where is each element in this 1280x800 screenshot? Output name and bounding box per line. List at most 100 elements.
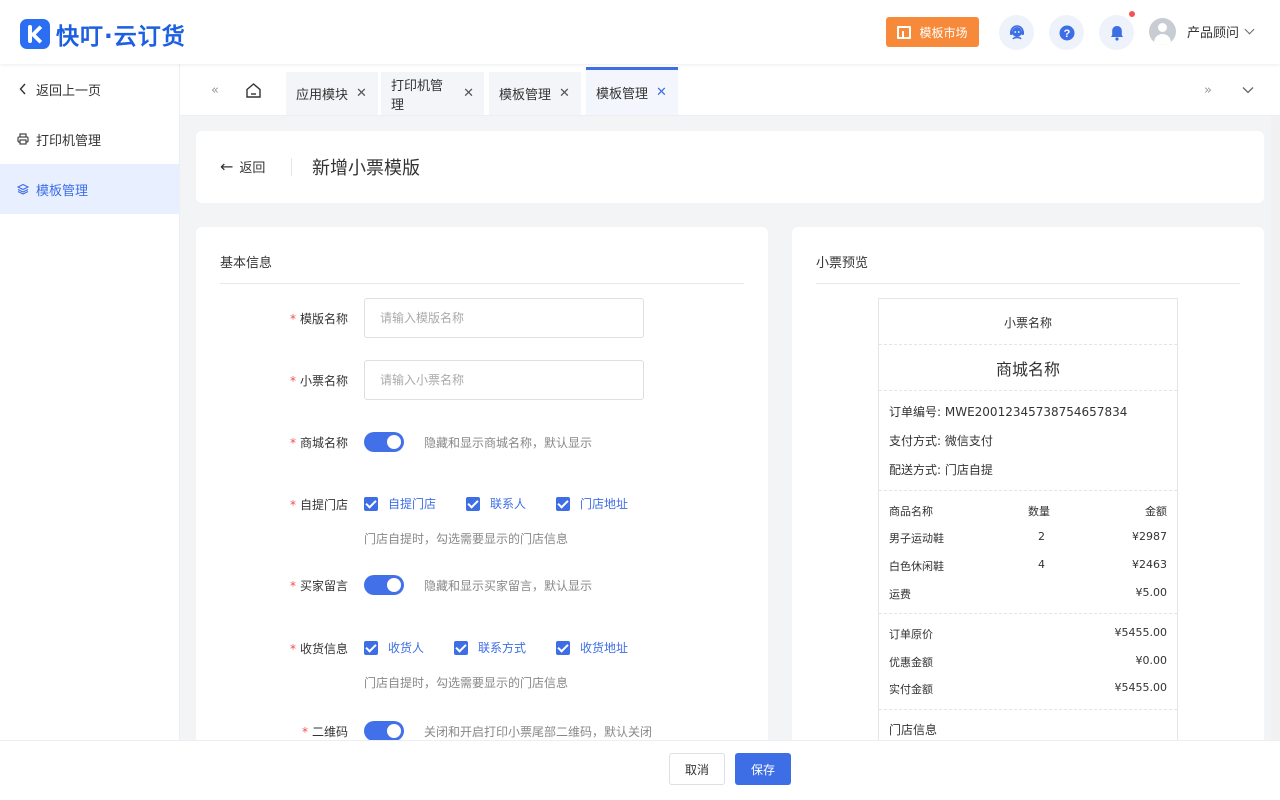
summary-label: 实付金额 [889, 683, 933, 696]
divider [220, 283, 744, 284]
brand-name: 快叮·云订货 [56, 24, 186, 50]
checkbox-checked-icon [364, 640, 378, 655]
field-label: * 模版名称 [289, 312, 348, 326]
item-amount: ¥5.00 [1135, 586, 1168, 599]
customer-service-button[interactable] [999, 15, 1034, 50]
field-hint: 门店自提时，勾选需要显示的门店信息 [364, 676, 569, 690]
section-title: 基本信息 [220, 256, 273, 271]
receipt-name-input[interactable] [364, 360, 644, 400]
template-name-input[interactable] [364, 298, 644, 338]
field-hint: 关闭和开启打印小票尾部二维码，默认关闭 [424, 725, 653, 739]
buyer-message-toggle[interactable] [364, 575, 404, 595]
arrow-left-icon: ← [220, 156, 234, 176]
store-info-heading: 门店信息 [889, 723, 938, 737]
help-button[interactable]: ? [1049, 15, 1084, 50]
field-hint: 门店自提时，勾选需要显示的门店信息 [364, 532, 569, 546]
receipt-preview-card: 小票预览 小票名称 商城名称 订单编号: MWE2001234573875465… [792, 227, 1264, 767]
divider [816, 283, 1240, 284]
column-header: 数量 [1028, 505, 1050, 518]
item-name: 运费 [889, 588, 911, 601]
service-icon [1009, 24, 1024, 40]
tab-printer-management[interactable]: 打印机管理 ✕ [381, 72, 484, 115]
tab-label: 模板管理 [596, 87, 649, 102]
close-icon[interactable]: ✕ [356, 86, 367, 101]
template-market-button[interactable]: 模板市场 [886, 17, 979, 47]
notification-button[interactable] [1099, 15, 1134, 50]
home-icon[interactable] [242, 64, 264, 116]
cancel-button[interactable]: 取消 [669, 753, 725, 785]
receipt-mall-section: 商城名称 [879, 345, 1177, 391]
back-button[interactable]: ← 返回 [220, 157, 265, 176]
delivery-method: 配送方式: 门店自提 [889, 463, 993, 477]
receipt-name-row: * 小票名称 [196, 360, 768, 400]
shipping-address-checkbox[interactable]: 收货地址 [556, 639, 628, 656]
pickup-store-row: * 自提门店 自提门店 联系人 门店地址 门店自提时，勾选需要显示的门店信息 [196, 495, 768, 555]
brand-logo[interactable]: 快叮·云订货 [20, 17, 186, 51]
receipt-title-section: 小票名称 [879, 299, 1177, 345]
pickup-store-checkbox[interactable]: 自提门店 [364, 495, 436, 512]
field-hint: 隐藏和显示买家留言，默认显示 [424, 579, 593, 593]
checkbox-checked-icon [454, 640, 468, 655]
tab-label: 应用模块 [296, 88, 349, 103]
printer-icon [17, 133, 29, 145]
receipt-summary-section: 订单原价 ¥5455.00 优惠金额 ¥0.00 实付金额 ¥5455.00 [879, 614, 1177, 710]
divider [291, 158, 292, 176]
contact-method-checkbox[interactable]: 联系方式 [454, 639, 526, 656]
tab-label: 打印机管理 [391, 78, 444, 113]
close-icon[interactable]: ✕ [463, 86, 474, 101]
tab-label: 模板管理 [499, 88, 552, 103]
payment-method: 支付方式: 微信支付 [889, 434, 993, 448]
tabs-scroll-right-icon[interactable]: » [1198, 64, 1218, 116]
bell-icon [1110, 25, 1123, 41]
field-label: * 商城名称 [289, 436, 348, 450]
tab-application-module[interactable]: 应用模块 ✕ [286, 72, 378, 115]
qrcode-toggle[interactable] [364, 721, 404, 741]
summary-value: ¥5455.00 [1114, 626, 1168, 639]
tab-template-management-active[interactable]: 模板管理 ✕ [586, 67, 678, 115]
sidebar-item-printer-management[interactable]: 打印机管理 [0, 114, 179, 164]
checkbox-checked-icon [556, 640, 570, 655]
tabs-menu-chevron-down-icon[interactable] [1238, 64, 1258, 116]
mall-name-toggle[interactable] [364, 432, 404, 452]
tabs-bar: « 应用模块 ✕ 打印机管理 ✕ 模板管理 ✕ 模板管理 ✕ » [180, 64, 1280, 116]
summary-value: ¥5455.00 [1114, 681, 1168, 694]
summary-label: 订单原价 [889, 628, 933, 641]
field-label: * 小票名称 [289, 374, 348, 388]
user-menu[interactable]: 产品顾问 [1149, 18, 1255, 45]
brand-mark-icon [20, 19, 50, 49]
top-header: 快叮·云订货 模板市场 ? 产品顾问 [0, 0, 1280, 64]
checkbox-checked-icon [556, 496, 570, 511]
sidebar-item-label: 返回上一页 [36, 83, 102, 99]
scrollbar[interactable] [1271, 116, 1280, 740]
help-icon: ? [1059, 25, 1074, 40]
tabs-scroll-left-icon[interactable]: « [206, 64, 224, 116]
order-number: 订单编号: MWE20012345738754657834 [889, 405, 1128, 419]
column-header: 商品名称 [889, 505, 933, 518]
mall-name: 商城名称 [995, 360, 1060, 379]
field-label: * 收货信息 [289, 642, 348, 656]
buyer-message-row: * 买家留言 隐藏和显示买家留言，默认显示 [196, 575, 768, 597]
chevron-left-icon [17, 83, 29, 95]
page-header-card: ← 返回 新增小票模版 [196, 131, 1264, 203]
sidebar-item-template-management[interactable]: 模板管理 [0, 164, 179, 214]
item-name: 白色休闲鞋 [889, 560, 944, 573]
item-amount: ¥2987 [1132, 530, 1167, 543]
close-icon[interactable]: ✕ [656, 85, 667, 100]
sidebar-item-back[interactable]: 返回上一页 [0, 64, 179, 114]
checkbox-checked-icon [364, 496, 378, 511]
field-label: * 自提门店 [289, 498, 348, 512]
receipt-items-section: 商品名称 数量 金额 男子运动鞋 2 ¥2987 白色休闲鞋 4 ¥2463 运… [879, 491, 1177, 614]
tab-template-management[interactable]: 模板管理 ✕ [489, 72, 581, 115]
page-title: 新增小票模版 [312, 158, 420, 179]
store-address-checkbox[interactable]: 门店地址 [556, 495, 628, 512]
sidebar-item-label: 打印机管理 [36, 133, 102, 149]
close-icon[interactable]: ✕ [559, 86, 570, 101]
checkbox-checked-icon [466, 496, 480, 511]
svg-text:?: ? [1063, 28, 1070, 40]
item-amount: ¥2463 [1132, 558, 1167, 571]
receiver-checkbox[interactable]: 收货人 [364, 639, 424, 656]
contact-person-checkbox[interactable]: 联系人 [466, 495, 526, 512]
field-label: * 买家留言 [289, 579, 348, 593]
save-button[interactable]: 保存 [735, 753, 791, 785]
user-name: 产品顾问 [1187, 26, 1240, 41]
